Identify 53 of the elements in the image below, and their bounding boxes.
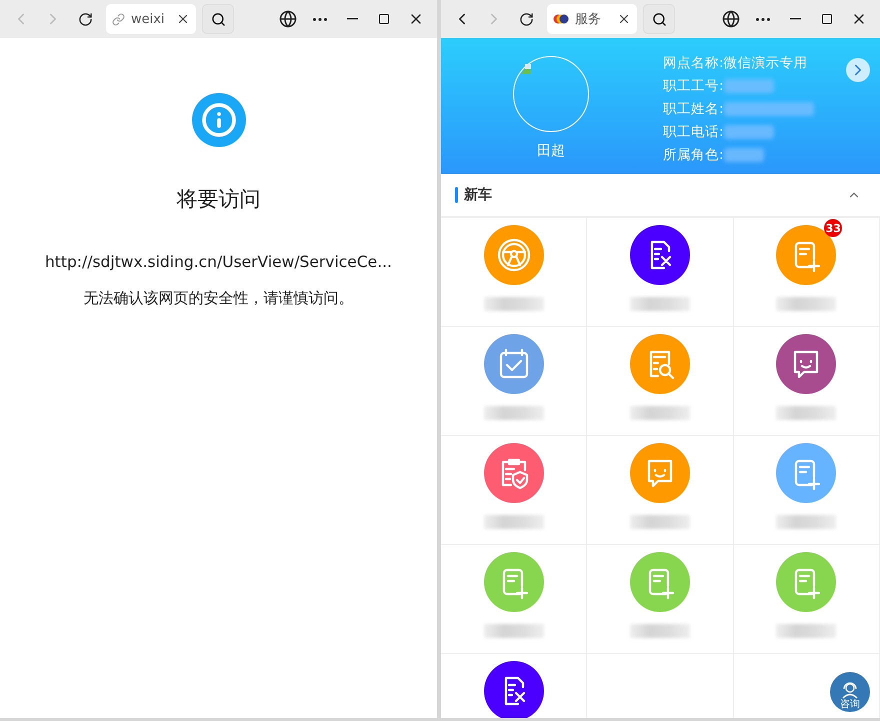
link-icon: [112, 12, 125, 26]
section-title: 新车: [464, 186, 493, 204]
globe-icon: [279, 10, 297, 28]
broken-image-icon: [520, 63, 532, 75]
minimize-icon: [346, 18, 358, 20]
menu-tile[interactable]: [734, 327, 880, 436]
maximize-icon: [378, 13, 390, 25]
menu-tile[interactable]: [441, 545, 588, 654]
next-button[interactable]: [846, 58, 870, 82]
maximize-icon: [821, 13, 833, 25]
minimize-icon: [790, 18, 800, 20]
more-icon: [756, 18, 770, 20]
refresh-icon: [78, 12, 92, 26]
url-text: http://sdjtwx.siding.cn/UserView/ServiceCe...: [44, 253, 392, 271]
field-label: 职工工号:: [663, 77, 724, 95]
search-icon: [652, 12, 666, 26]
search-icon: [210, 12, 226, 26]
field-value: 微信演示专用: [724, 54, 808, 72]
section-marker: [455, 187, 458, 203]
colorful-logo-icon: [553, 13, 569, 25]
field-label: 职工姓名:: [663, 100, 724, 118]
tab-title: weixi: [131, 12, 166, 26]
info-icon: [192, 93, 246, 147]
refresh-icon: [518, 12, 534, 26]
field-label: 网点名称:: [663, 54, 724, 72]
field-label: 职工电话:: [663, 123, 724, 141]
search-button[interactable]: [643, 4, 675, 34]
search-button[interactable]: [202, 4, 234, 34]
consult-label: 咨询: [840, 699, 860, 710]
field-label: 所属角色:: [663, 146, 724, 164]
close-tab-icon[interactable]: [617, 12, 631, 26]
menu-tile[interactable]: [441, 327, 588, 436]
menu-tile[interactable]: [734, 436, 880, 545]
browser-tab[interactable]: weixi: [106, 4, 196, 34]
headset-person-icon: [840, 681, 860, 699]
globe-icon: [722, 10, 740, 28]
menu-tile[interactable]: 33: [734, 218, 880, 327]
more-icon: [313, 18, 327, 20]
menu-tile[interactable]: [441, 218, 588, 327]
menu-tile[interactable]: [441, 436, 588, 545]
menu-tile[interactable]: [734, 545, 880, 654]
user-name: 田超: [537, 142, 565, 160]
warning-text: 无法确认该网页的安全性，请谨慎访问。: [84, 289, 354, 308]
menu-tile[interactable]: [587, 327, 734, 436]
menu-tile[interactable]: [587, 218, 734, 327]
consult-button[interactable]: 咨询: [830, 672, 870, 712]
browser-tab[interactable]: 服务: [547, 4, 637, 34]
warning-title: 将要访问: [176, 186, 260, 213]
tab-title: 服务: [575, 11, 602, 28]
close-tab-icon[interactable]: [176, 12, 190, 26]
count-badge: 33: [824, 219, 842, 237]
menu-tile[interactable]: [587, 545, 734, 654]
menu-tile[interactable]: [587, 436, 734, 545]
